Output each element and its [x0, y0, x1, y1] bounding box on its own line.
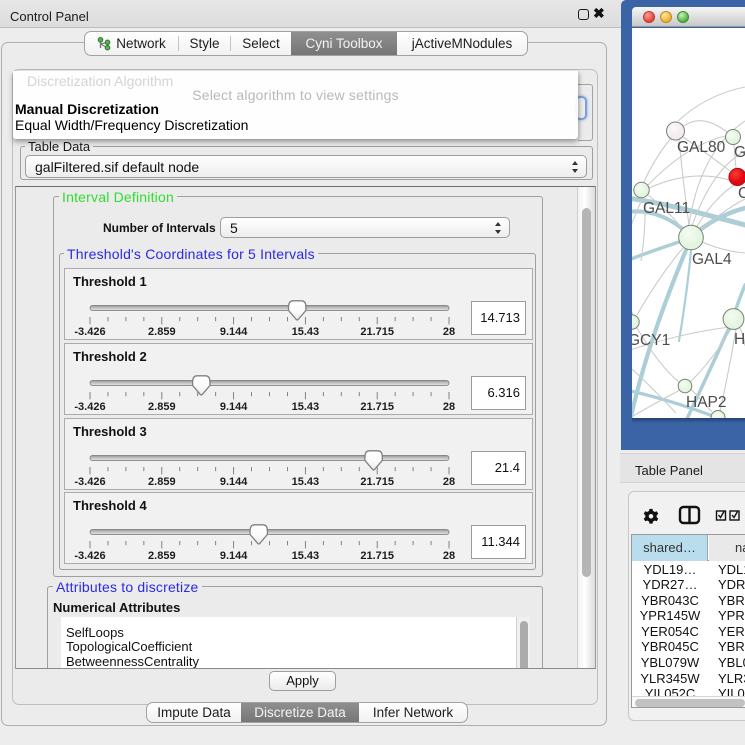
svg-text:2.859: 2.859: [148, 550, 176, 562]
svg-text:28: 28: [443, 326, 455, 338]
svg-text:9.144: 9.144: [220, 401, 248, 413]
svg-text:9.144: 9.144: [220, 476, 248, 488]
svg-text:21.715: 21.715: [360, 476, 394, 488]
svg-text:GAL80: GAL80: [677, 139, 726, 156]
svg-text:C: C: [738, 185, 745, 202]
svg-text:GAL4: GAL4: [692, 251, 732, 268]
svg-text:9.144: 9.144: [220, 326, 248, 338]
svg-text:GAL11: GAL11: [643, 200, 690, 217]
svg-text:15.43: 15.43: [292, 476, 320, 488]
svg-text:GA: GA: [734, 144, 745, 161]
svg-text:15.43: 15.43: [292, 550, 320, 562]
svg-text:21.715: 21.715: [360, 326, 394, 338]
svg-text:-3.426: -3.426: [74, 326, 105, 338]
svg-text:GCY1: GCY1: [632, 332, 670, 349]
svg-text:21.715: 21.715: [360, 550, 394, 562]
svg-text:15.43: 15.43: [292, 401, 320, 413]
svg-text:9.144: 9.144: [220, 550, 248, 562]
svg-text:21.715: 21.715: [360, 401, 394, 413]
svg-text:-3.426: -3.426: [74, 550, 105, 562]
svg-text:28: 28: [443, 550, 455, 562]
svg-text:2.859: 2.859: [148, 326, 176, 338]
svg-text:15.43: 15.43: [292, 326, 320, 338]
svg-text:-3.426: -3.426: [74, 401, 105, 413]
svg-text:H: H: [734, 331, 745, 348]
svg-text:-3.426: -3.426: [74, 476, 105, 488]
svg-text:2.859: 2.859: [148, 401, 176, 413]
svg-text:28: 28: [443, 401, 455, 413]
svg-text:HAP2: HAP2: [686, 394, 727, 411]
svg-text:28: 28: [443, 476, 455, 488]
svg-text:2.859: 2.859: [148, 476, 176, 488]
